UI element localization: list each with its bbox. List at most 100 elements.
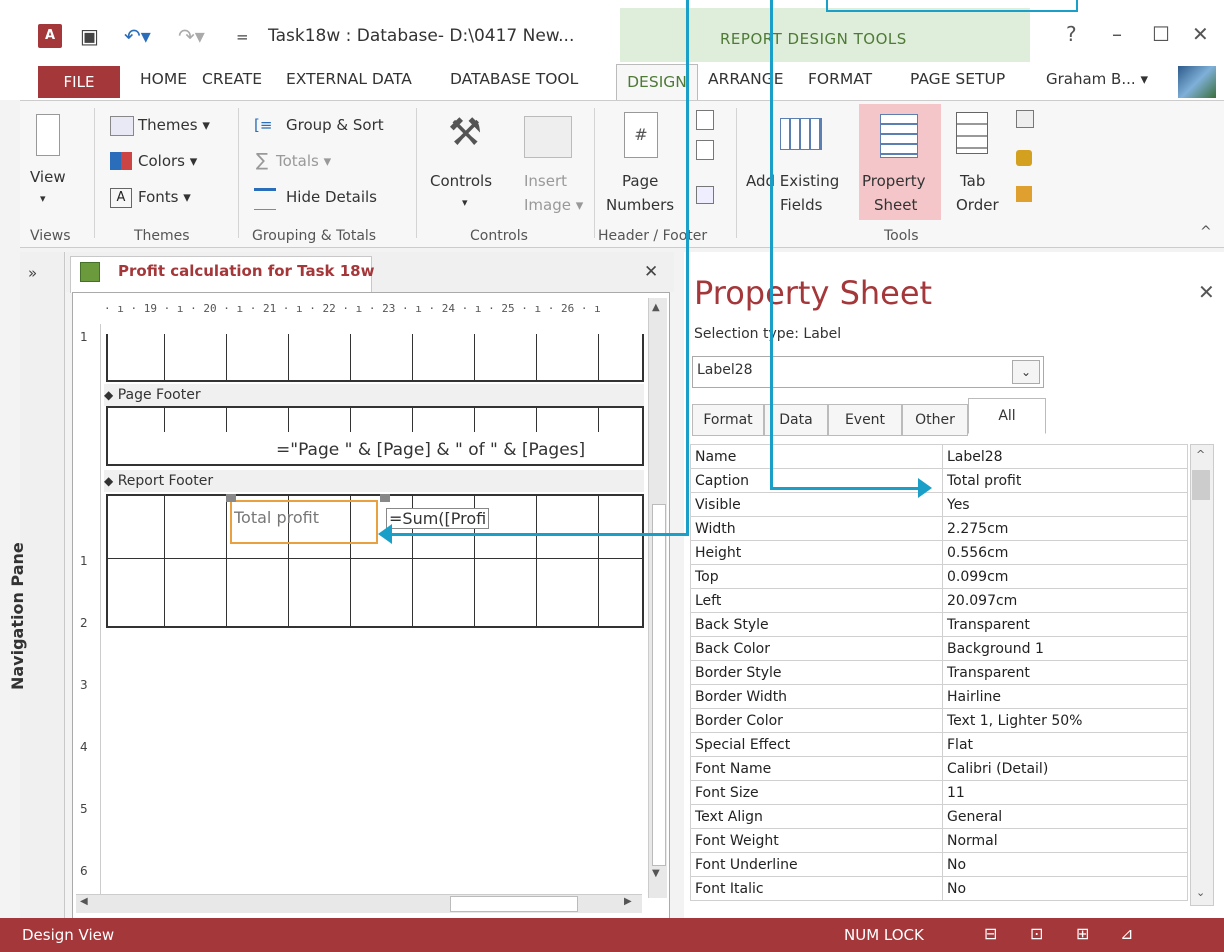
property-row[interactable]: Visible Yes — [690, 492, 1188, 517]
report-footer-section-bar[interactable]: ◆ Report Footer — [104, 470, 644, 492]
tab-data[interactable]: Data — [764, 404, 828, 436]
totals-button[interactable]: Totals ▾ — [276, 152, 331, 170]
maximize-button[interactable]: ☐ — [1152, 22, 1170, 46]
view-code-icon[interactable] — [1016, 150, 1032, 166]
property-value[interactable]: Text 1, Lighter 50% — [942, 708, 1188, 733]
property-scrollbar[interactable] — [1190, 444, 1214, 906]
property-value[interactable]: Label28 — [942, 444, 1188, 469]
view-button[interactable]: View — [30, 168, 66, 186]
tab-all[interactable]: All — [968, 398, 1046, 434]
close-button[interactable]: ✕ — [1192, 22, 1209, 46]
scroll-left-icon[interactable]: ◀ — [80, 896, 88, 907]
insert-image-button[interactable]: Insert — [524, 172, 567, 190]
view-dropdown-icon[interactable]: ▾ — [40, 192, 46, 205]
property-value[interactable]: 2.275cm — [942, 516, 1188, 541]
property-row[interactable]: Back Color Background 1 — [690, 636, 1188, 661]
logo-icon[interactable] — [696, 110, 714, 130]
scroll-down-icon[interactable]: ⌄ — [1196, 886, 1205, 899]
property-value[interactable]: 0.099cm — [942, 564, 1188, 589]
layout-view-icon[interactable]: ⊞ — [1076, 924, 1089, 943]
property-row[interactable]: Name Label28 — [690, 444, 1188, 469]
property-value[interactable]: Calibri (Detail) — [942, 756, 1188, 781]
detail-section-grid[interactable] — [106, 334, 644, 382]
property-row[interactable]: Special Effect Flat — [690, 732, 1188, 757]
property-value[interactable]: Transparent — [942, 612, 1188, 637]
property-row[interactable]: Font Size 11 — [690, 780, 1188, 805]
property-value[interactable]: General — [942, 804, 1188, 829]
print-preview-icon[interactable]: ⊡ — [1030, 924, 1043, 943]
save-icon[interactable]: ▣ — [80, 24, 99, 48]
tab-format[interactable]: Format — [692, 404, 764, 436]
add-existing-fields-button[interactable]: Add Existing — [746, 172, 839, 190]
property-value[interactable]: Transparent — [942, 660, 1188, 685]
colors-button[interactable]: Colors ▾ — [138, 152, 197, 170]
property-value[interactable]: 20.097cm — [942, 588, 1188, 613]
redo-icon[interactable]: ↷▾ — [178, 24, 205, 48]
tab-home[interactable]: HOME — [140, 70, 187, 88]
property-row[interactable]: Width 2.275cm — [690, 516, 1188, 541]
page-numbers-button[interactable]: Page — [622, 172, 658, 190]
property-value[interactable]: Hairline — [942, 684, 1188, 709]
property-scroll-thumb[interactable] — [1192, 470, 1210, 500]
tab-order-button[interactable]: Tab — [960, 172, 985, 190]
close-property-sheet-icon[interactable]: ✕ — [1198, 280, 1215, 304]
property-value[interactable]: Background 1 — [942, 636, 1188, 661]
scroll-up-icon[interactable]: ▲ — [652, 302, 660, 313]
vertical-scroll-thumb[interactable] — [652, 504, 666, 866]
minimize-button[interactable]: – — [1112, 22, 1122, 46]
tab-database-tools[interactable]: DATABASE TOOL — [450, 70, 578, 88]
controls-button[interactable]: Controls — [430, 172, 492, 190]
tab-external-data[interactable]: EXTERNAL DATA — [286, 70, 412, 88]
tab-create[interactable]: CREATE — [202, 70, 262, 88]
property-row[interactable]: Font Underline No — [690, 852, 1188, 877]
property-row[interactable]: Text Align General — [690, 804, 1188, 829]
property-row[interactable]: Border Color Text 1, Lighter 50% — [690, 708, 1188, 733]
property-row[interactable]: Back Style Transparent — [690, 612, 1188, 637]
property-row[interactable]: Border Style Transparent — [690, 660, 1188, 685]
date-time-icon[interactable] — [696, 186, 714, 204]
property-value[interactable]: Normal — [942, 828, 1188, 853]
property-value[interactable]: 11 — [942, 780, 1188, 805]
subform-icon[interactable] — [1016, 110, 1034, 128]
undo-icon[interactable]: ↶▾ — [124, 24, 151, 48]
move-handle[interactable] — [380, 494, 390, 502]
property-value[interactable]: No — [942, 876, 1188, 901]
page-number-textbox[interactable]: ="Page " & [Page] & " of " & [Pages] — [276, 440, 585, 460]
convert-macros-icon[interactable] — [1016, 186, 1032, 202]
property-row[interactable]: Font Italic No — [690, 876, 1188, 901]
scroll-right-icon[interactable]: ▶ — [624, 896, 632, 907]
themes-button[interactable]: Themes ▾ — [138, 116, 210, 134]
chevron-down-icon[interactable]: ⌄ — [1012, 360, 1040, 384]
help-button[interactable]: ? — [1066, 22, 1077, 46]
close-document-icon[interactable]: ✕ — [644, 262, 658, 282]
property-row[interactable]: Font Weight Normal — [690, 828, 1188, 853]
fonts-button[interactable]: Fonts ▾ — [138, 188, 191, 206]
property-row[interactable]: Height 0.556cm — [690, 540, 1188, 565]
controls-dropdown-icon[interactable]: ▾ — [462, 196, 468, 209]
group-sort-button[interactable]: Group & Sort — [286, 116, 384, 134]
property-value[interactable]: Flat — [942, 732, 1188, 757]
horizontal-scroll-thumb[interactable] — [450, 896, 578, 912]
design-view-icon[interactable]: ⊿ — [1120, 924, 1133, 943]
expand-nav-icon[interactable]: » — [28, 264, 37, 282]
sum-profit-textbox[interactable]: =Sum([Profi — [386, 508, 490, 529]
title-icon[interactable] — [696, 140, 714, 160]
user-name[interactable]: Graham B... ▾ — [1046, 70, 1148, 88]
property-value[interactable]: No — [942, 852, 1188, 877]
tab-file[interactable]: FILE — [38, 66, 120, 98]
tab-page-setup[interactable]: PAGE SETUP — [910, 70, 1005, 88]
avatar[interactable] — [1178, 66, 1216, 98]
property-row[interactable]: Font Name Calibri (Detail) — [690, 756, 1188, 781]
hide-details-button[interactable]: Hide Details — [286, 188, 377, 206]
scroll-down-icon[interactable]: ▼ — [652, 868, 660, 879]
page-footer-section-bar[interactable]: ◆ Page Footer — [104, 384, 644, 406]
property-row[interactable]: Top 0.099cm — [690, 564, 1188, 589]
scroll-up-icon[interactable]: ^ — [1196, 448, 1205, 461]
collapse-ribbon-icon[interactable]: ^ — [1200, 224, 1212, 240]
property-row[interactable]: Border Width Hairline — [690, 684, 1188, 709]
report-view-icon[interactable]: ⊟ — [984, 924, 997, 943]
property-value[interactable]: 0.556cm — [942, 540, 1188, 565]
property-row[interactable]: Caption Total profit — [690, 468, 1188, 493]
property-row[interactable]: Left 20.097cm — [690, 588, 1188, 613]
move-handle[interactable] — [226, 494, 236, 502]
